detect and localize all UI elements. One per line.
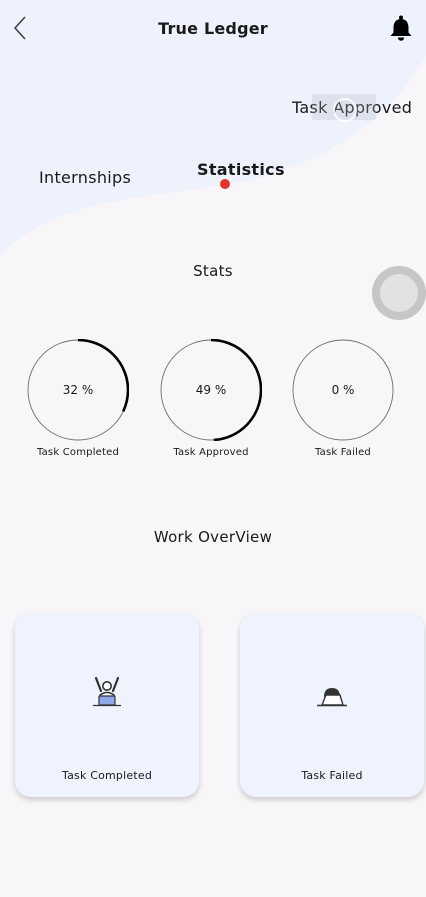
stats-heading: Stats	[193, 262, 233, 280]
bell-icon	[390, 15, 412, 41]
menu-item-internships[interactable]: Internships	[39, 168, 131, 187]
stat-percent: 32 %	[62, 383, 94, 397]
stat-label: Task Completed	[36, 447, 120, 458]
card-label: Task Completed	[61, 769, 153, 782]
card-label: Task Failed	[301, 769, 363, 782]
stat-ring-task-completed: 32 %	[27, 339, 129, 441]
stat-percent: 49 %	[195, 383, 227, 397]
stat-label: Task Failed	[315, 447, 371, 458]
stat-ring-task-approved: 49 %	[160, 339, 262, 441]
stat-percent: 0 %	[331, 383, 355, 397]
stat-label: Task Approved	[173, 447, 249, 458]
stat-ring-task-failed: 0 %	[292, 339, 394, 441]
menu-item-statistics[interactable]: Statistics	[197, 160, 285, 179]
touch-indicator	[333, 98, 357, 122]
app-title: True Ledger	[158, 19, 268, 38]
header-wave-background	[0, 0, 426, 255]
card-task-failed[interactable]: Task Failed	[240, 613, 424, 797]
card-task-completed[interactable]: Task Completed	[15, 613, 199, 797]
floating-assistive-button[interactable]	[372, 266, 426, 320]
work-overview-heading: Work OverView	[153, 528, 273, 546]
active-menu-indicator	[220, 179, 230, 189]
notifications-button[interactable]	[388, 14, 414, 42]
person-hidden-behind-laptop-icon	[317, 688, 347, 707]
celebrating-person-laptop-icon	[93, 676, 121, 707]
